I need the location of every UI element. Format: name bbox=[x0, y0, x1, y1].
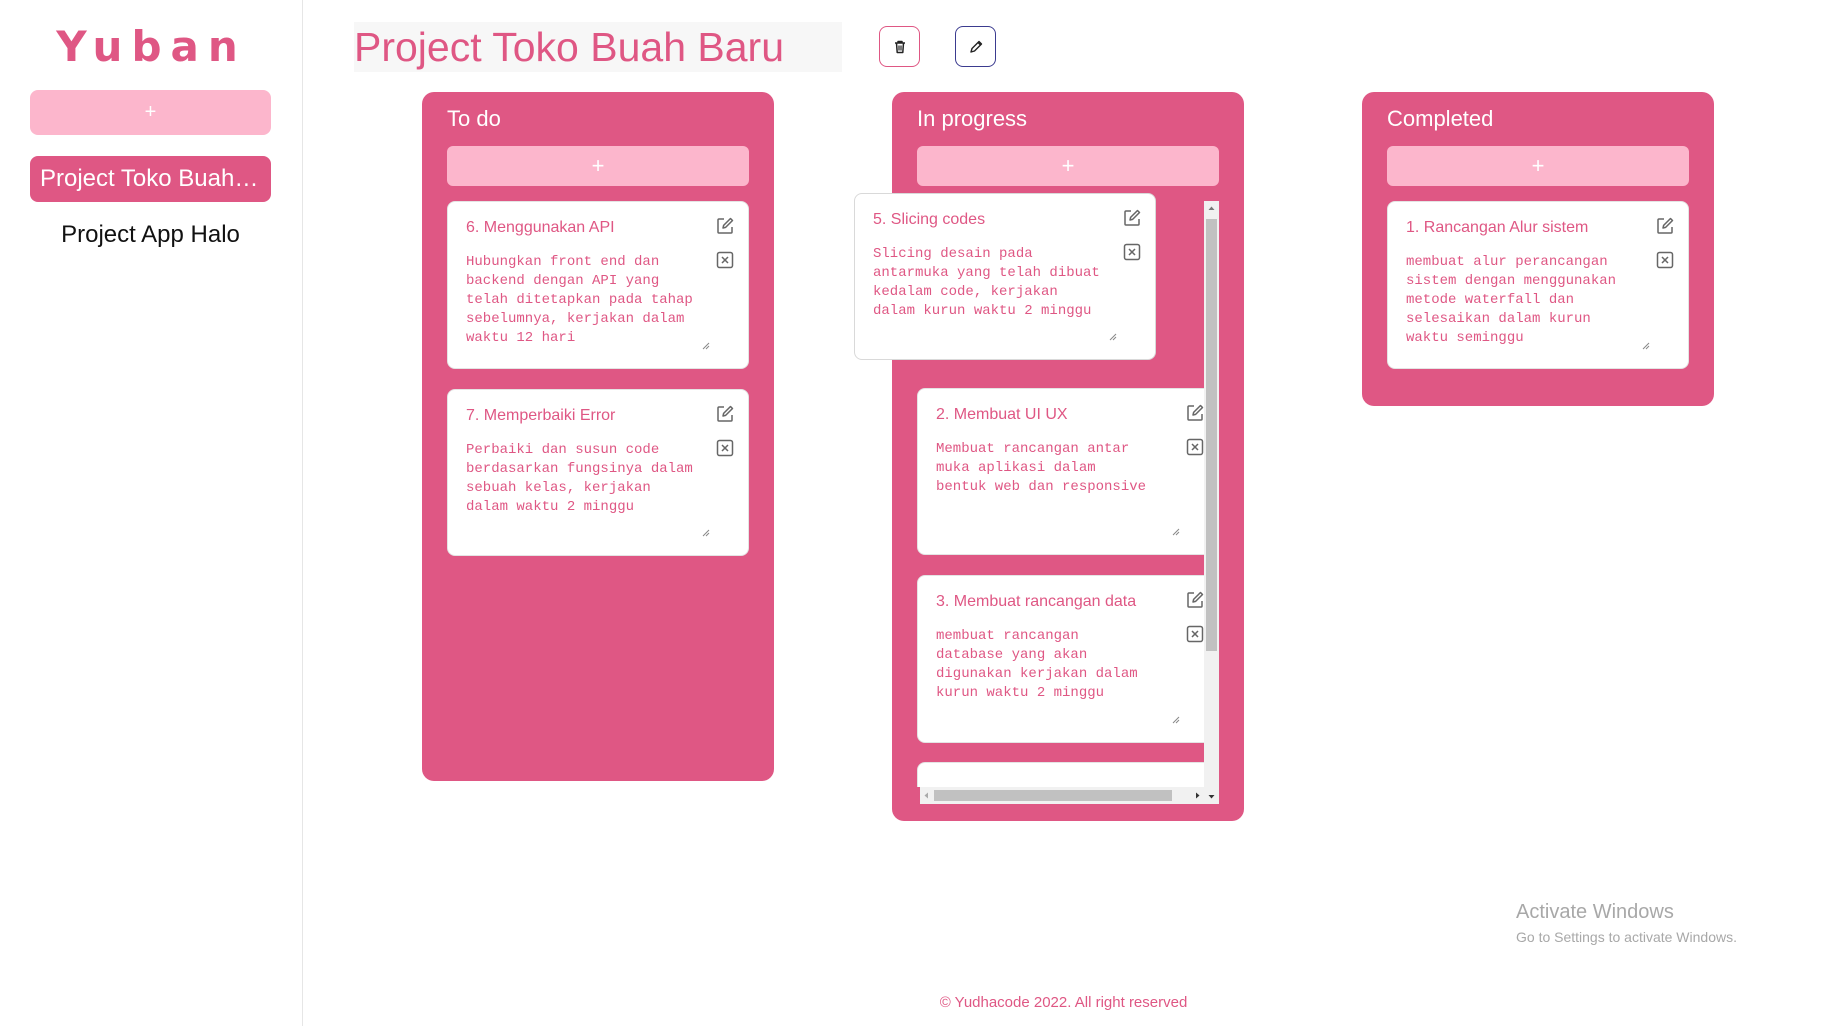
activation-subtitle: Go to Settings to activate Windows. bbox=[1516, 929, 1737, 945]
add-project-button[interactable]: + bbox=[30, 90, 271, 135]
task-title: 5. Slicing codes bbox=[873, 211, 986, 228]
task-title: 6. Menggunakan API bbox=[466, 219, 615, 236]
scroll-left-arrow-icon[interactable] bbox=[920, 787, 934, 804]
sidebar: Yuban + Project Toko Buah Baru Project A… bbox=[0, 0, 303, 1026]
column-title: In progress bbox=[917, 106, 1028, 131]
pencil-icon bbox=[969, 40, 982, 53]
resize-handle-icon[interactable] bbox=[1107, 331, 1117, 341]
task-title: 3. Membuat rancangan data bbox=[936, 593, 1137, 610]
task-description[interactable]: Membuat rancangan antar muka aplikasi da… bbox=[936, 440, 1184, 497]
delete-task-icon[interactable] bbox=[1121, 241, 1143, 263]
activation-title: Activate Windows bbox=[1516, 901, 1674, 923]
resize-handle-icon[interactable] bbox=[700, 340, 710, 350]
page-title[interactable]: Project Toko Buah Baru bbox=[354, 22, 784, 72]
task-card[interactable]: 2. Membuat UI UX Membuat rancangan antar… bbox=[917, 388, 1219, 555]
sidebar-item-label: Project App Halo bbox=[61, 221, 240, 248]
task-description[interactable]: Hubungkan front end dan backend dengan A… bbox=[466, 253, 714, 348]
delete-task-icon[interactable] bbox=[1654, 249, 1676, 271]
edit-task-icon[interactable] bbox=[714, 215, 736, 237]
delete-task-icon[interactable] bbox=[714, 437, 736, 459]
task-description[interactable]: membuat alur perancangan sistem dengan m… bbox=[1406, 253, 1654, 348]
edit-task-icon[interactable] bbox=[714, 403, 736, 425]
resize-handle-icon[interactable] bbox=[1170, 714, 1180, 724]
resize-handle-icon[interactable] bbox=[1170, 526, 1180, 536]
trash-icon bbox=[894, 40, 905, 53]
task-card[interactable]: 7. Memperbaiki Error Perbaiki dan susun … bbox=[447, 389, 749, 556]
scroll-right-arrow-icon[interactable] bbox=[1190, 787, 1204, 804]
windows-activation-notice: Activate Windows Go to Settings to activ… bbox=[1516, 901, 1737, 945]
task-card[interactable]: 1. Rancangan Alur sistem membuat alur pe… bbox=[1387, 201, 1689, 369]
add-task-button[interactable]: + bbox=[447, 146, 749, 186]
delete-task-icon[interactable] bbox=[714, 249, 736, 271]
sidebar-item-project-app-halo[interactable]: Project App Halo bbox=[30, 212, 271, 258]
add-task-button[interactable]: + bbox=[917, 146, 1219, 186]
column-title: To do bbox=[447, 106, 501, 131]
delete-project-button[interactable] bbox=[879, 26, 920, 67]
column-title: Completed bbox=[1387, 106, 1494, 131]
scrollbar-thumb[interactable] bbox=[934, 790, 1172, 801]
task-title: 1. Rancangan Alur sistem bbox=[1406, 219, 1589, 236]
brand-logo: Yuban bbox=[56, 22, 247, 71]
scrollbar-thumb[interactable] bbox=[1206, 219, 1217, 651]
edit-task-icon[interactable] bbox=[1654, 215, 1676, 237]
vertical-scrollbar[interactable] bbox=[1204, 201, 1219, 804]
edit-project-button[interactable] bbox=[955, 26, 996, 67]
sidebar-item-project-toko-buah[interactable]: Project Toko Buah Baru bbox=[30, 156, 271, 202]
sidebar-item-label: Project Toko Buah Baru bbox=[40, 165, 261, 192]
horizontal-scrollbar[interactable] bbox=[920, 787, 1204, 804]
task-title: 7. Memperbaiki Error bbox=[466, 407, 616, 424]
column-completed: Completed + 1. Rancangan Alur sistem mem… bbox=[1362, 92, 1714, 406]
task-card[interactable]: 6. Menggunakan API Hubungkan front end d… bbox=[447, 201, 749, 369]
delete-task-icon[interactable] bbox=[1184, 436, 1206, 458]
column-todo: To do + 6. Menggunakan API Hubungkan fro… bbox=[422, 92, 774, 781]
edit-task-icon[interactable] bbox=[1184, 589, 1206, 611]
delete-task-icon[interactable] bbox=[1184, 623, 1206, 645]
task-description[interactable]: Perbaiki dan susun code berdasarkan fung… bbox=[466, 441, 714, 517]
task-title: 2. Membuat UI UX bbox=[936, 406, 1068, 423]
task-card[interactable] bbox=[917, 762, 1219, 787]
scroll-up-arrow-icon[interactable] bbox=[1204, 201, 1219, 215]
task-card[interactable]: 3. Membuat rancangan data membuat rancan… bbox=[917, 575, 1219, 743]
add-task-button[interactable]: + bbox=[1387, 146, 1689, 186]
task-description[interactable]: membuat rancangan database yang akan dig… bbox=[936, 627, 1184, 703]
resize-handle-icon[interactable] bbox=[700, 527, 710, 537]
edit-task-icon[interactable] bbox=[1184, 402, 1206, 424]
footer-copyright: © Yudhacode 2022. All right reserved bbox=[939, 994, 1188, 1011]
task-description[interactable]: Slicing desain pada antarmuka yang telah… bbox=[873, 245, 1121, 321]
resize-handle-icon[interactable] bbox=[1640, 340, 1650, 350]
task-card-dragging[interactable]: 5. Slicing codes Slicing desain pada ant… bbox=[854, 193, 1156, 360]
scroll-down-arrow-icon[interactable] bbox=[1204, 790, 1219, 804]
edit-task-icon[interactable] bbox=[1121, 207, 1143, 229]
